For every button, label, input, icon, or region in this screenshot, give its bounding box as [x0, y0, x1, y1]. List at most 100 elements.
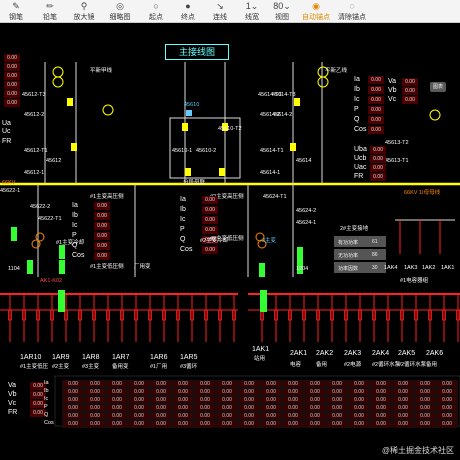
grid-cell: 0.00 — [392, 396, 414, 404]
popup-row-value: 30 — [372, 265, 378, 271]
grid-cell: 0.00 — [260, 380, 282, 388]
grid-cell: 0.00 — [128, 404, 150, 412]
grid-cell: 0.00 — [62, 380, 84, 388]
meter-rt-value: 0.00 — [402, 87, 418, 95]
feeder-name: #3循环 — [180, 364, 198, 370]
grid-cell: 0.00 — [370, 412, 392, 420]
plant-name: 平新乙线 — [325, 68, 348, 74]
grid-cell: 0.00 — [436, 388, 458, 396]
grid-cell: 0.00 — [370, 388, 392, 396]
meter-key: Uc — [2, 128, 11, 135]
tool-start-point-button[interactable]: ○ 起点 — [139, 1, 173, 22]
grid-cell: 0.00 — [282, 412, 304, 420]
meter-ct-value: 0.00 — [368, 86, 384, 94]
grid-cell: 0.00 — [194, 420, 216, 428]
breaker-open — [58, 290, 65, 312]
tool-pen-button[interactable]: ✎ 钢笔 — [0, 1, 33, 22]
meter-mc-key: Ib — [180, 206, 186, 213]
tool-label: 终点 — [181, 14, 195, 21]
bay-label: 45612-T1 — [24, 148, 48, 154]
feeder-code: 1AK1 — [252, 346, 270, 353]
diagram-title: 主接线图 — [165, 44, 229, 60]
feeder-code: 1AR8 — [82, 354, 100, 361]
meter-mc-value: 0.00 — [202, 216, 218, 224]
transformer-winding — [52, 66, 64, 78]
small-label: #2主变冷却 — [200, 238, 229, 244]
grid-cell: 0.00 — [238, 420, 260, 428]
chart-button[interactable]: 图表 — [430, 82, 446, 92]
grid-cell: 0.00 — [84, 396, 106, 404]
bay-label: 1104 — [8, 266, 20, 272]
bay-label: 45624-1 — [296, 220, 317, 226]
breaker-open — [27, 260, 33, 274]
breaker-open — [59, 245, 65, 259]
breaker-open — [260, 290, 267, 312]
grid-cell: 0.00 — [62, 420, 84, 428]
top-left-value: 0.00 — [4, 90, 20, 98]
meter-rm-value: 0.00 — [370, 155, 386, 163]
feeder-code: 2AK5 — [398, 350, 416, 357]
thumbnail-icon: ◎ — [116, 1, 124, 11]
meter-ml-value: 0.00 — [94, 252, 110, 260]
line-width-icon: 1⌄ — [245, 1, 259, 11]
top-left-value: 0.00 — [4, 81, 20, 89]
grid-cell: 0.00 — [172, 412, 194, 420]
tool-connect-button[interactable]: ↘ 连线 — [203, 1, 237, 22]
grid-cell: 0.00 — [260, 388, 282, 396]
feeder-code: 1AR7 — [112, 354, 130, 361]
grid-cell: 0.00 — [194, 396, 216, 404]
grid-cell: 0.00 — [392, 420, 414, 428]
meter-ct-key: Cos — [354, 126, 367, 133]
feeder-name: #2电源 — [344, 362, 362, 368]
connect-icon: ↘ — [216, 1, 224, 11]
bay-label: 45624-T1 — [263, 194, 287, 200]
tool-thumbnail-button[interactable]: ◎ 细略图 — [103, 1, 137, 22]
bay-label: 45624-2 — [296, 208, 317, 214]
tool-delete-anchor-button[interactable]: ◌ 清除锚点 — [335, 1, 369, 22]
tool-magnifier-button[interactable]: ⚲ 放大镜 — [67, 1, 101, 22]
grid-cell: 0.00 — [194, 380, 216, 388]
transformer-winding — [52, 76, 64, 88]
tool-auto-anchor-button[interactable]: ◉ 自动锚点 — [299, 1, 333, 22]
grid-cell: 0.00 — [436, 380, 458, 388]
meter-ml-key: Cos — [72, 252, 85, 259]
grid-cell: 0.00 — [348, 396, 370, 404]
feeder-name: #1厂用 — [150, 364, 168, 370]
meter-rm-value: 0.00 — [370, 164, 386, 172]
bay-label: 45612-2 — [24, 112, 45, 118]
switch-blue — [186, 110, 192, 116]
bay-label: AK1-K02 — [40, 278, 63, 284]
tool-line-width-button[interactable]: 1⌄ 线宽 — [235, 1, 269, 22]
feeder-code: 2AK1 — [290, 350, 308, 357]
start-point-icon: ○ — [153, 1, 159, 11]
bay-label: 45614 — [296, 158, 312, 164]
tool-label: 细略图 — [109, 14, 131, 21]
tool-label: 清除锚点 — [338, 14, 366, 21]
popup-row-label: 有功功率 — [338, 240, 359, 246]
tool-pencil-button[interactable]: ✏ 铅笔 — [33, 1, 67, 22]
popup-row[interactable]: 功率因数 30 — [334, 262, 386, 273]
meter-key: Ua — [2, 120, 11, 127]
meter-mc-value: 0.00 — [202, 206, 218, 214]
meter-mc-value: 0.00 — [202, 196, 218, 204]
small-label: 厂用变 — [134, 264, 151, 270]
meter-key: FR — [2, 138, 12, 145]
bay-label: 1204 — [296, 266, 309, 272]
grid-cell: 0.00 — [326, 380, 348, 388]
popup-row[interactable]: 无功功率 86 — [334, 249, 386, 260]
meter-mc-key: Cos — [180, 246, 193, 253]
grid-cell: 0.00 — [216, 420, 238, 428]
meter-ml-value: 0.00 — [94, 242, 110, 250]
meter-ct-value: 0.00 — [368, 76, 384, 84]
feeder-name: #3主变 — [82, 364, 100, 370]
grid-cell: 0.00 — [238, 388, 260, 396]
small-label: 2#主变接地 — [340, 226, 369, 232]
meter-sub: #1主变低压侧 — [90, 264, 124, 270]
bay-label: 45612 — [46, 158, 62, 164]
grid-cell: 0.00 — [326, 420, 348, 428]
tool-view-button[interactable]: 80⌄ 视图 — [265, 1, 299, 22]
tool-end-point-button[interactable]: ● 终点 — [171, 1, 205, 22]
popup-row[interactable]: 有功功率 61 — [334, 236, 386, 247]
bay-label: 45610-2 — [196, 148, 217, 154]
bay-label: 1AK3 — [404, 265, 418, 271]
